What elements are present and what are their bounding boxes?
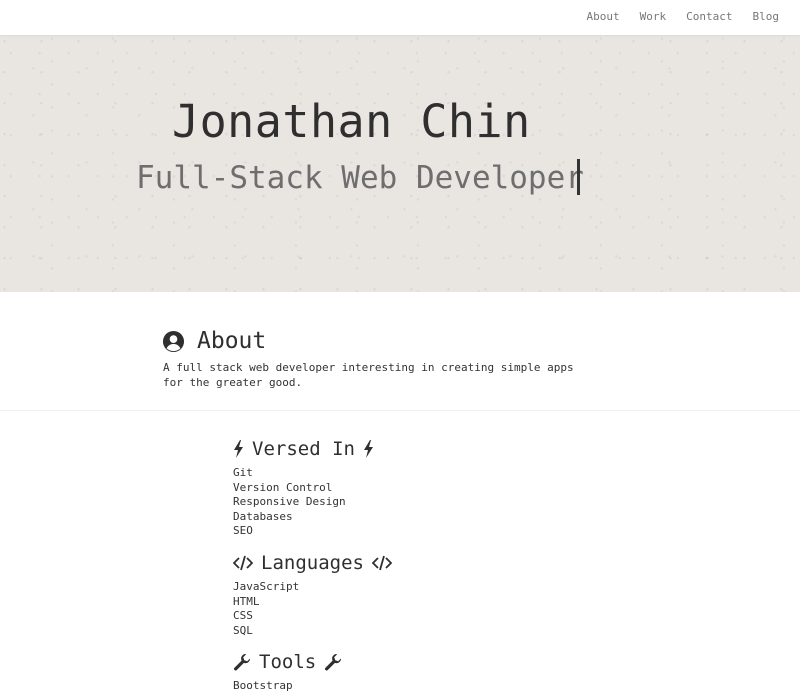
list-item: CSS [233, 609, 253, 623]
about-description: A full stack web developer interesting i… [163, 361, 574, 389]
list-item: SQL [233, 623, 253, 637]
about-heading-label: About [197, 328, 267, 354]
languages-heading: Languages [233, 552, 392, 574]
about-section: About A full stack web developer interes… [0, 292, 800, 411]
wrench-icon [233, 653, 251, 671]
list-item: Bootstrap [233, 679, 293, 692]
nav-link-contact[interactable]: Contact [686, 10, 732, 23]
nav-link-work[interactable]: Work [640, 10, 667, 23]
tools-list: Bootstrap [233, 679, 293, 694]
versed-in-list: Git Version Control Responsive Design Da… [233, 466, 346, 539]
languages-list: JavaScript HTML CSS SQL [233, 580, 299, 638]
hero-role: Full-Stack Web Developer [136, 160, 584, 196]
user-circle-icon [162, 330, 185, 353]
list-item: Version Control [233, 480, 333, 494]
list-item: SEO [233, 524, 253, 538]
list-item: Databases [233, 509, 293, 523]
list-item: HTML [233, 594, 260, 608]
nav-links: About Work Contact Blog [587, 10, 779, 23]
wrench-icon [324, 653, 342, 671]
typing-cursor [577, 159, 580, 195]
list-item: Git [233, 466, 253, 479]
nav-link-blog[interactable]: Blog [753, 10, 780, 23]
tools-heading: Tools [233, 651, 342, 673]
code-icon [371, 555, 392, 571]
hero-banner: Jonathan Chin Full-Stack Web Developer [0, 35, 800, 292]
versed-in-heading: Versed In [233, 438, 374, 460]
tools-label: Tools [259, 651, 317, 673]
bolt-icon [233, 440, 244, 458]
skills-section: Versed In Git Version Control Responsive… [0, 410, 800, 692]
list-item: Responsive Design [233, 495, 346, 509]
bolt-icon [363, 440, 374, 458]
about-heading: About [162, 328, 266, 354]
languages-label: Languages [261, 552, 364, 574]
versed-in-label: Versed In [252, 438, 355, 460]
nav-link-about[interactable]: About [587, 10, 620, 23]
list-item: JavaScript [233, 580, 300, 593]
top-navbar: About Work Contact Blog [0, 0, 800, 35]
code-icon [233, 555, 253, 571]
hero-name: Jonathan Chin [172, 95, 531, 148]
